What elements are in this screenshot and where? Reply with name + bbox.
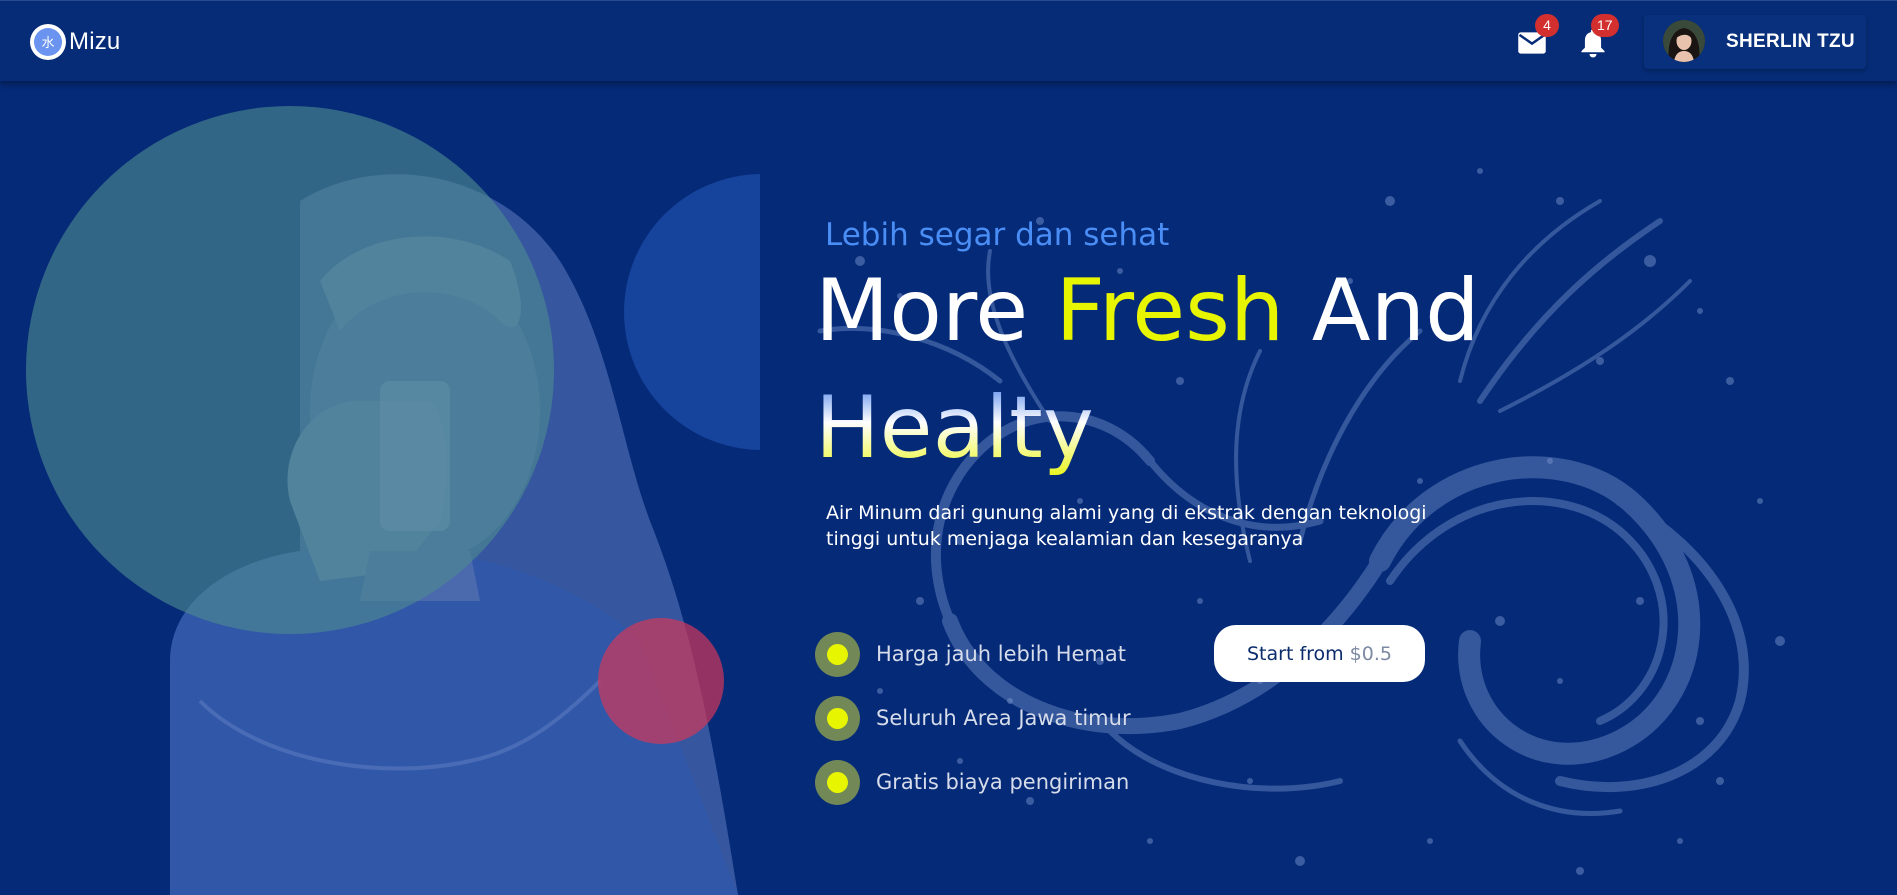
start-from-price: $0.5 — [1349, 642, 1392, 665]
water-drop-icon: 水 — [30, 24, 66, 60]
svg-text:水: 水 — [41, 36, 54, 51]
deco-circle-green — [26, 106, 554, 634]
hero-description: Air Minum dari gunung alami yang di ekst… — [826, 502, 1427, 550]
bullet-dot-icon — [815, 759, 860, 805]
headline-and: And — [1284, 261, 1480, 361]
bullet-dot-icon — [815, 695, 860, 741]
headline-fresh: Fresh — [1055, 261, 1285, 361]
mail-count-badge: 4 — [1535, 14, 1559, 37]
feature-label: Harga jauh lebih Hemat — [876, 642, 1126, 666]
headline-more: More — [815, 261, 1056, 361]
mail-button[interactable]: 4 — [1512, 14, 1559, 63]
feature-item: Harga jauh lebih Hemat — [815, 631, 1126, 677]
user-avatar — [1663, 20, 1705, 62]
user-menu-button[interactable]: SHERLIN TZU — [1644, 15, 1866, 69]
brand-name: Mizu — [69, 28, 121, 55]
notifications-count-badge: 17 — [1591, 14, 1619, 37]
notifications-button[interactable]: 17 — [1573, 14, 1619, 63]
user-name: SHERLIN TZU — [1726, 31, 1855, 52]
bullet-dot-icon — [815, 631, 860, 677]
feature-label: Seluruh Area Jawa timur — [876, 706, 1131, 730]
feature-item: Gratis biaya pengiriman — [815, 759, 1129, 805]
hero-tagline: Lebih segar dan sehat — [825, 217, 1170, 253]
deco-circle-pink — [598, 618, 724, 744]
brand-home-link[interactable]: 水 Mizu — [30, 23, 120, 61]
start-from-button[interactable]: Start from $0.5 — [1214, 625, 1425, 682]
woman-drinking-water-image — [26, 106, 760, 895]
feature-label: Gratis biaya pengiriman — [876, 770, 1130, 794]
headline-healty: Healty — [815, 373, 1094, 483]
feature-item: Seluruh Area Jawa timur — [815, 695, 1131, 741]
hero-section: Lebih segar dan sehat More Fresh And Hea… — [0, 81, 1897, 895]
app-bar: 水 Mizu 4 17 SHERLIN TZU — [0, 0, 1897, 81]
hero-headline: More Fresh And — [815, 256, 1480, 366]
deco-circle-blue — [624, 174, 760, 450]
start-from-label: Start from — [1247, 642, 1344, 665]
